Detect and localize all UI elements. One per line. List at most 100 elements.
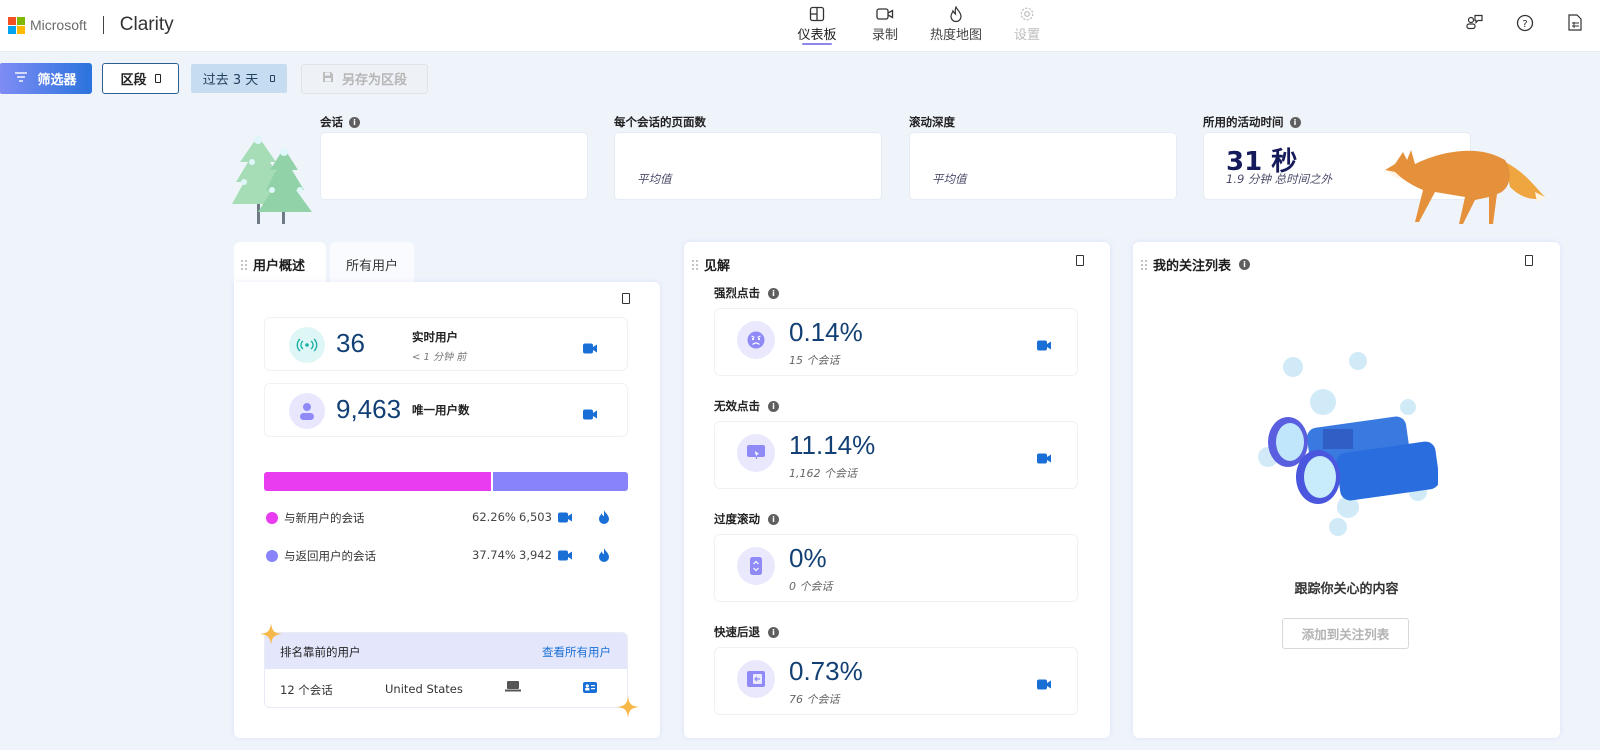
- bar-segment-new-users[interactable]: [264, 472, 491, 491]
- info-icon[interactable]: i: [768, 287, 779, 299]
- help-icon[interactable]: ?: [1500, 14, 1550, 32]
- sparkle-decoration: [617, 696, 639, 718]
- top-users-title: 排名靠前的用户: [280, 645, 361, 659]
- save-as-segment-button[interactable]: 另存为区段: [301, 63, 428, 94]
- excessive-scrolling-card[interactable]: 0% 0 个会话: [714, 534, 1078, 602]
- legend-returning-count: 3,942: [519, 548, 552, 562]
- nav-dashboard-label: 仪表板: [797, 28, 837, 43]
- kpi-scroll-depth: 滚动深度 平均值: [909, 114, 1177, 200]
- recording-icon[interactable]: [583, 339, 598, 354]
- legend-new-percent: 62.26%: [472, 510, 516, 524]
- save-icon: [322, 71, 334, 87]
- info-icon[interactable]: i: [768, 400, 779, 412]
- scroll-icon: [737, 547, 775, 585]
- add-to-watchlist-button[interactable]: 添加到关注列表: [1282, 618, 1409, 649]
- kpi-pages-label: 每个会话的页面数: [614, 115, 706, 129]
- angry-face-icon: [737, 321, 775, 359]
- excessive-scrolling-value: 0%: [789, 543, 827, 573]
- legend-returning-users: 与返回用户的会话 37.74% 3,942: [264, 546, 628, 566]
- video-icon: [851, 4, 919, 24]
- quick-backs-value: 0.73%: [789, 656, 863, 686]
- recording-icon[interactable]: [1037, 675, 1052, 690]
- kpi-pages-sub: 平均值: [637, 172, 672, 186]
- date-range-button[interactable]: 过去 3 天: [191, 64, 287, 93]
- pin-icon[interactable]: [622, 293, 630, 304]
- heatmap-icon[interactable]: [598, 510, 613, 524]
- top-user-row[interactable]: 12 个会话 United States: [265, 669, 627, 707]
- bar-segment-returning-users[interactable]: [492, 472, 628, 491]
- contact-card-icon[interactable]: [583, 682, 597, 696]
- tab-all-users[interactable]: 所有用户: [330, 242, 414, 282]
- top-users-table: 排名靠前的用户 查看所有用户 12 个会话 United States: [264, 632, 628, 708]
- legend-dot-returning: [266, 550, 278, 562]
- legend-new-label: 与新用户的会话: [284, 511, 365, 525]
- recording-icon[interactable]: [1037, 449, 1052, 464]
- kpi-scroll-card[interactable]: 平均值: [909, 132, 1177, 200]
- info-icon[interactable]: i: [349, 116, 360, 128]
- brand-divider: [102, 16, 104, 34]
- info-icon[interactable]: i: [768, 626, 779, 638]
- laptop-icon: [505, 681, 521, 695]
- kpi-pages-card[interactable]: 平均值: [614, 132, 882, 200]
- segments-button[interactable]: 区段: [102, 63, 179, 94]
- pin-icon[interactable]: [1525, 255, 1533, 266]
- flame-icon: [919, 4, 993, 24]
- feedback-icon[interactable]: [1450, 14, 1500, 32]
- legend-new-users: 与新用户的会话 62.26% 6,503: [264, 508, 628, 528]
- recording-icon[interactable]: [558, 550, 573, 561]
- kpi-active-time-sub: 1.9 分钟 总时间之外: [1226, 172, 1333, 186]
- info-icon[interactable]: i: [1239, 259, 1251, 270]
- filters-button[interactable]: 筛选器: [0, 63, 92, 94]
- kpi-sessions-card[interactable]: [320, 132, 588, 200]
- excessive-scrolling-title: 过度滚动: [714, 512, 760, 526]
- save-as-segment-label: 另存为区段: [341, 73, 407, 88]
- chevron-down-icon: [270, 75, 276, 82]
- dashboard-icon: [783, 4, 851, 24]
- document-icon[interactable]: [1550, 14, 1600, 32]
- legend-returning-percent: 37.74%: [472, 548, 516, 562]
- quick-backs-sessions: 76 个会话: [789, 693, 840, 706]
- filter-icon: [15, 71, 28, 86]
- unique-users-card[interactable]: 9,463 唯一用户数: [264, 383, 628, 437]
- info-icon[interactable]: i: [768, 513, 779, 525]
- legend-new-count: 6,503: [519, 510, 552, 524]
- kpi-scroll-sub: 平均值: [932, 172, 967, 186]
- date-range-label: 过去 3 天: [202, 73, 259, 88]
- kpi-sessions: 会话 i: [320, 114, 588, 200]
- nav-settings-label: 设置: [1013, 28, 1040, 43]
- tab-user-overview[interactable]: 用户概述: [234, 242, 326, 282]
- pin-icon[interactable]: [1076, 255, 1084, 266]
- rage-clicks-card[interactable]: 0.14% 15 个会话: [714, 308, 1078, 376]
- view-all-users-link[interactable]: 查看所有用户: [542, 644, 611, 660]
- live-users-card[interactable]: 36 实时用户 < 1 分钟 前: [264, 317, 628, 371]
- cursor-click-icon: [737, 434, 775, 472]
- microsoft-label: Microsoft: [30, 17, 87, 33]
- nav-heatmaps[interactable]: 热度地图: [919, 4, 993, 43]
- nav-dashboard[interactable]: 仪表板: [783, 4, 851, 45]
- nav-settings[interactable]: 设置: [993, 4, 1061, 43]
- rage-clicks-value: 0.14%: [789, 317, 863, 347]
- broadcast-icon: [289, 327, 325, 363]
- drag-handle-icon[interactable]: [241, 259, 247, 270]
- dead-clicks-card[interactable]: 11.14% 1,162 个会话: [714, 421, 1078, 489]
- quick-backs-card[interactable]: 0.73% 76 个会话: [714, 647, 1078, 715]
- user-overview-panel: 36 实时用户 < 1 分钟 前 9,463 唯一用户数 与新用户的会话 62.…: [234, 282, 660, 738]
- heatmap-icon[interactable]: [598, 548, 613, 562]
- recording-icon[interactable]: [1037, 336, 1052, 351]
- live-users-time: < 1 分钟 前: [412, 352, 467, 363]
- recording-icon[interactable]: [583, 405, 598, 420]
- fox-illustration: [1385, 142, 1545, 227]
- watchlist-panel: 我的关注列表 i 跟踪你关心的内容 添加到关注列表: [1133, 242, 1560, 738]
- dead-clicks-label: 无效点击 i: [714, 398, 779, 414]
- quick-backs-title: 快速后退: [714, 625, 760, 639]
- recording-icon[interactable]: [558, 512, 573, 523]
- user-icon: [289, 393, 325, 429]
- dead-clicks-sessions: 1,162 个会话: [789, 467, 857, 480]
- brand[interactable]: Microsoft Clarity: [8, 14, 174, 36]
- rage-clicks-sessions: 15 个会话: [789, 354, 840, 367]
- nav-recordings[interactable]: 录制: [851, 4, 919, 43]
- drag-handle-icon[interactable]: [692, 259, 698, 270]
- sparkle-decoration: [260, 623, 282, 645]
- info-icon[interactable]: i: [1289, 116, 1301, 128]
- drag-handle-icon[interactable]: [1141, 259, 1147, 270]
